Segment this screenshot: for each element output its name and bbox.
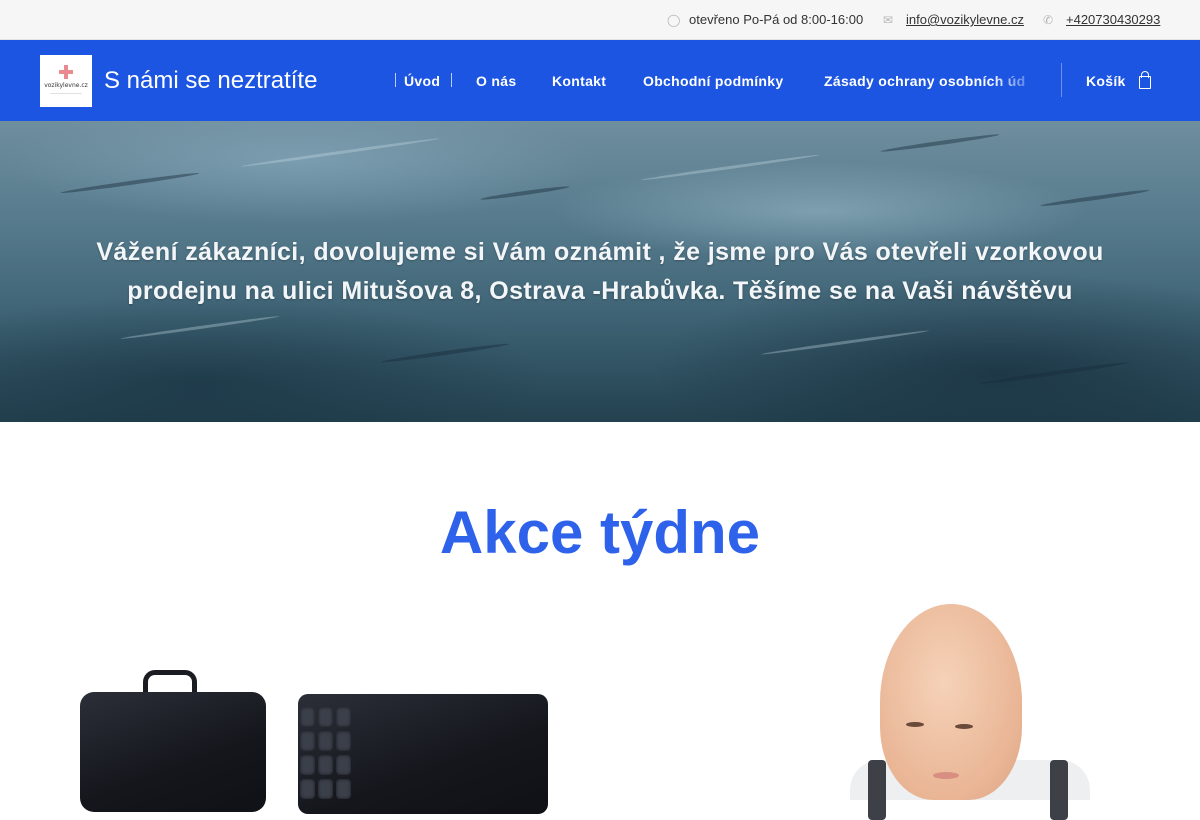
baby-mouth xyxy=(933,772,959,779)
nav-overflow-fade xyxy=(990,60,1050,102)
site-header: vozikylevne.cz ――――――――― S námi se neztr… xyxy=(0,40,1200,121)
nav-separator xyxy=(451,73,452,87)
logo-tagline-mark: ――――――――― xyxy=(50,91,82,95)
site-title[interactable]: S námi se neztratíte xyxy=(104,67,317,95)
baby-harness-strap xyxy=(1050,760,1068,820)
hero-announcement: Vážení zákazníci, dovolujeme si Vám ozná… xyxy=(96,238,1104,305)
clock-icon: ◯ xyxy=(667,13,681,27)
nav-item-obchodni-podminky[interactable]: Obchodní podmínky xyxy=(643,72,783,90)
nav-item-uvod[interactable]: Úvod xyxy=(404,72,440,90)
water-ripple xyxy=(760,329,930,356)
water-ripple xyxy=(380,341,510,365)
water-ripple xyxy=(120,314,280,341)
opening-hours: otevřeno Po-Pá od 8:00-16:00 xyxy=(689,12,864,27)
cushion-cover xyxy=(80,692,266,812)
shopping-bag-icon[interactable] xyxy=(1138,70,1151,89)
baby-head xyxy=(880,604,1022,800)
water-ripple xyxy=(60,171,200,195)
logo-text: vozikylevne.cz xyxy=(44,82,88,89)
water-ripple xyxy=(1040,188,1150,208)
top-info-bar: ◯ otevřeno Po-Pá od 8:00-16:00 ✉ info@vo… xyxy=(0,0,1200,40)
phone-icon: ✆ xyxy=(1043,13,1054,27)
baby-eye xyxy=(955,724,973,729)
nav-item-kontakt[interactable]: Kontakt xyxy=(552,72,606,90)
logo-cross-icon xyxy=(59,65,73,79)
section-title-akce-tydne: Akce týdne xyxy=(439,499,761,566)
water-ripple xyxy=(880,132,1000,154)
phone-link[interactable]: +420730430293 xyxy=(1066,12,1160,28)
envelope-icon: ✉ xyxy=(883,13,894,27)
nav-separator xyxy=(395,73,396,87)
water-ripple xyxy=(980,360,1130,386)
water-ripple xyxy=(240,137,440,168)
nav-divider xyxy=(1061,63,1062,97)
site-logo[interactable]: vozikylevne.cz ――――――――― xyxy=(40,55,92,107)
cart-link[interactable]: Košík xyxy=(1086,72,1126,90)
email-link[interactable]: info@vozikylevne.cz xyxy=(906,12,1024,28)
baby-harness-strap xyxy=(868,760,886,820)
cushion-cells xyxy=(298,705,356,800)
baby-eye xyxy=(906,722,924,727)
nav-item-o-nas[interactable]: O nás xyxy=(476,72,516,90)
water-ripple xyxy=(480,184,570,202)
water-ripple xyxy=(640,153,820,182)
hero-banner: Vážení zákazníci, dovolujeme si Vám ozná… xyxy=(0,121,1200,422)
